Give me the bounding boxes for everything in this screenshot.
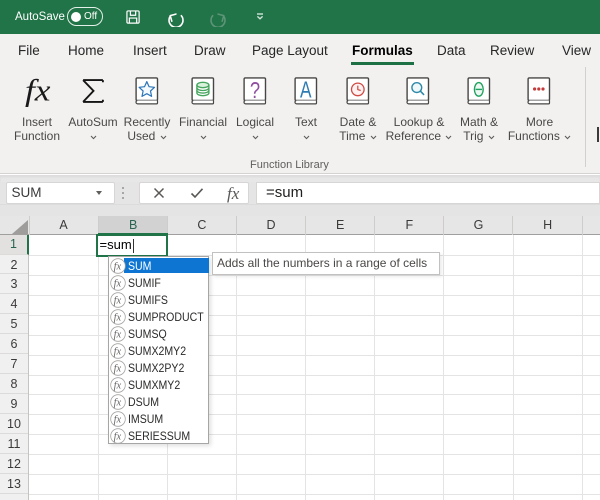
svg-text:A: A — [300, 78, 312, 103]
svg-text:fx: fx — [113, 278, 121, 289]
svg-text:fx: fx — [113, 380, 121, 391]
svg-text:fx: fx — [113, 329, 121, 340]
svg-text:fx: fx — [113, 261, 121, 272]
svg-text:fx: fx — [113, 346, 121, 357]
svg-text:fx: fx — [113, 312, 121, 323]
svg-text:fx: fx — [113, 414, 121, 425]
svg-text:fx: fx — [113, 431, 121, 442]
svg-text:fx: fx — [113, 363, 121, 374]
svg-text:fx: fx — [25, 74, 51, 108]
svg-text:?: ? — [250, 78, 260, 103]
svg-text:fx: fx — [113, 397, 121, 408]
svg-text:fx: fx — [113, 295, 121, 306]
